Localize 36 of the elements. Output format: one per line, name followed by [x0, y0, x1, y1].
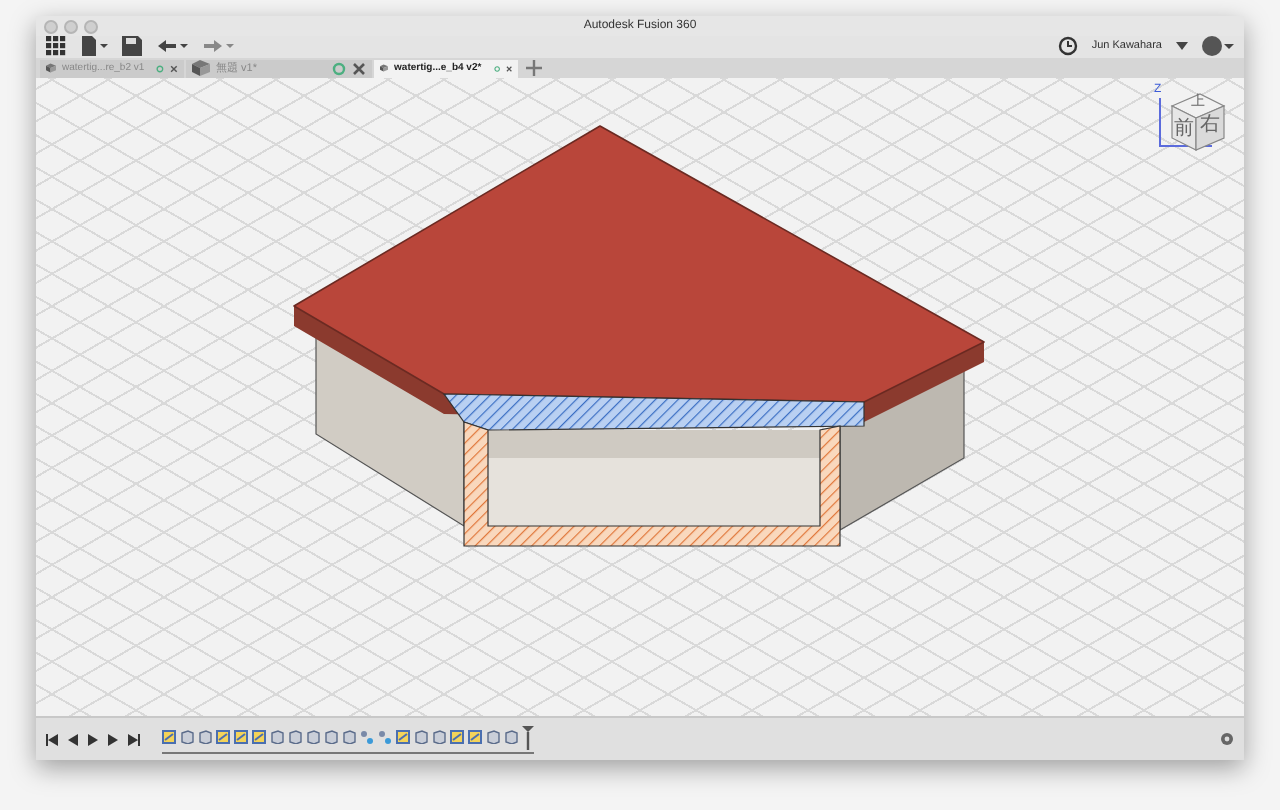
file-icon[interactable]	[80, 36, 108, 57]
sketch-feature-icon[interactable]	[162, 730, 176, 745]
sketch-feature-icon[interactable]	[216, 730, 230, 745]
status-circle-icon	[156, 61, 165, 76]
redo-icon[interactable]	[202, 36, 234, 57]
grid-menu-icon[interactable]	[46, 36, 66, 57]
help-icon[interactable]	[1202, 36, 1234, 57]
status-circle-icon	[332, 61, 346, 76]
sketch-feature-icon[interactable]	[252, 730, 266, 745]
document-icon	[46, 60, 57, 77]
joint-feature-icon[interactable]	[360, 730, 374, 745]
new-tab-icon[interactable]	[526, 59, 542, 76]
sketch-feature-icon[interactable]	[450, 730, 464, 745]
skip-start-icon[interactable]	[46, 733, 58, 746]
cube-face-label: 前	[1174, 119, 1194, 140]
settings-icon[interactable]	[1220, 732, 1234, 747]
step-forward-icon[interactable]	[108, 733, 118, 746]
play-icon[interactable]	[88, 733, 98, 746]
sketch-feature-icon[interactable]	[468, 730, 482, 745]
sketch-feature-icon[interactable]	[234, 730, 248, 745]
cube-face-label: 右	[1200, 115, 1220, 136]
joint-feature-icon[interactable]	[378, 730, 392, 745]
document-icon	[192, 60, 210, 77]
undo-icon[interactable]	[156, 36, 188, 57]
caret-icon[interactable]	[1176, 42, 1188, 51]
sketch-feature-icon[interactable]	[396, 730, 410, 745]
step-back-icon[interactable]	[68, 733, 78, 746]
close-tab-icon[interactable]	[505, 61, 512, 76]
close-tab-icon[interactable]	[170, 61, 178, 76]
document-icon	[380, 60, 389, 77]
close-tab-icon[interactable]	[352, 61, 366, 76]
skip-end-icon[interactable]	[128, 733, 140, 746]
timeline-marker-icon[interactable]	[522, 725, 534, 750]
save-icon[interactable]	[122, 36, 142, 57]
clock-icon[interactable]	[1057, 36, 1078, 57]
status-circle-icon	[493, 61, 500, 76]
